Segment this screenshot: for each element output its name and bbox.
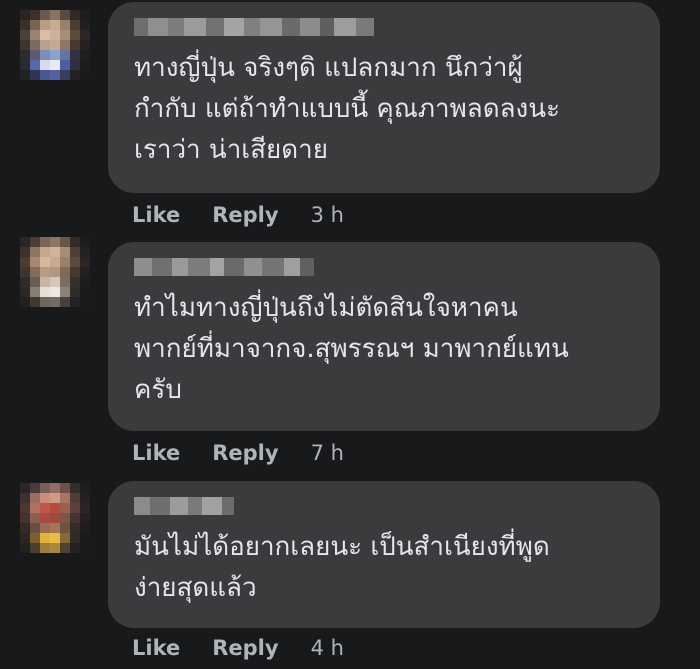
- comment-actions: Like Reply 3 h: [132, 203, 344, 227]
- reply-button[interactable]: Reply: [212, 203, 278, 227]
- timestamp[interactable]: 3 h: [311, 203, 344, 227]
- comment-text: ทางญี่ปุ่น จริงๆดิ แปลกมาก นึกว่าผู้ กำก…: [134, 53, 560, 165]
- avatar[interactable]: [20, 483, 90, 555]
- commenter-name-blurred[interactable]: [134, 497, 638, 515]
- comment-bubble: มันไม่ได้อยากเลยนะ เป็นสำเนียงที่พูด ง่า…: [108, 481, 660, 628]
- like-button[interactable]: Like: [132, 203, 180, 227]
- comment-text: ทำไมทางญี่ปุ่นถึงไม่ตัดสินใจหาคน พากย์ที…: [134, 293, 569, 405]
- timestamp[interactable]: 7 h: [311, 441, 344, 465]
- reply-button[interactable]: Reply: [212, 636, 278, 660]
- comment-text: มันไม่ได้อยากเลยนะ เป็นสำเนียงที่พูด ง่า…: [134, 532, 550, 603]
- comment-bubble: ทางญี่ปุ่น จริงๆดิ แปลกมาก นึกว่าผู้ กำก…: [108, 2, 660, 193]
- commenter-name-blurred[interactable]: [134, 258, 638, 276]
- reply-button[interactable]: Reply: [212, 441, 278, 465]
- avatar[interactable]: [20, 237, 90, 309]
- comment-actions: Like Reply 4 h: [132, 636, 344, 660]
- timestamp[interactable]: 4 h: [311, 636, 344, 660]
- comment-feed: ทางญี่ปุ่น จริงๆดิ แปลกมาก นึกว่าผู้ กำก…: [0, 0, 700, 669]
- comment-actions: Like Reply 7 h: [132, 441, 344, 465]
- like-button[interactable]: Like: [132, 441, 180, 465]
- like-button[interactable]: Like: [132, 636, 180, 660]
- commenter-name-blurred[interactable]: [134, 18, 638, 36]
- avatar[interactable]: [20, 10, 90, 82]
- comment-bubble: ทำไมทางญี่ปุ่นถึงไม่ตัดสินใจหาคน พากย์ที…: [108, 242, 660, 431]
